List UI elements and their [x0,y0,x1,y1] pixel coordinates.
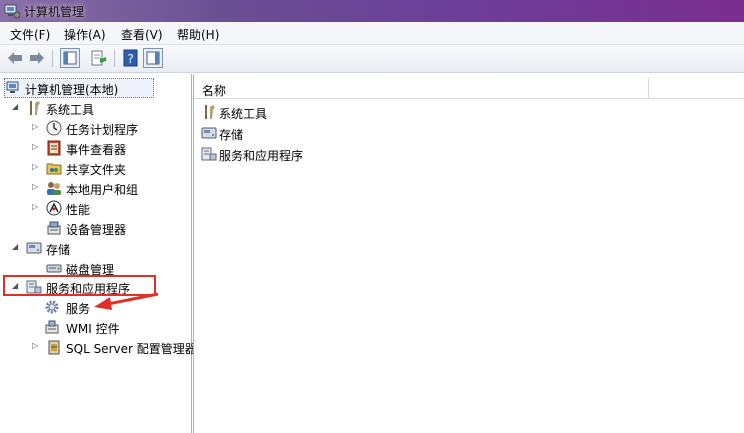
tree-label: 存储 [46,243,71,257]
tree-label: 任务计划程序 [66,123,139,137]
collapsed-triangle-icon[interactable]: ▷ [32,203,40,211]
forward-arrow-icon[interactable] [28,49,46,67]
collapsed-triangle-icon[interactable]: ▷ [32,143,40,151]
expanded-triangle-icon[interactable]: ◢ [12,103,20,111]
storage-icon [201,127,217,139]
title-bar: 计算机管理 [0,0,744,22]
tree-label: 性能 [66,203,91,217]
tools-icon [30,101,40,115]
toolbar-separator [114,50,115,67]
details-pane: 名称 系统工具 存储 服务和应用程序 [193,74,744,433]
column-header-label: 名称 [202,84,227,98]
export-list-icon[interactable] [90,49,108,67]
tools-icon [205,105,215,119]
menu-bar: 文件(F) 操作(A) 查看(V) 帮助(H) [0,22,744,45]
performance-icon [46,200,62,216]
list-item-label: 存储 [219,128,244,142]
tree-label: SQL Server 配置管理器 [66,342,197,356]
menu-file[interactable]: 文件(F) [10,26,50,43]
users-icon [47,182,61,195]
device-manager-icon [47,221,61,235]
disk-icon [46,264,62,273]
show-hide-tree-icon[interactable] [60,48,80,68]
column-divider[interactable] [648,78,649,98]
computer-management-icon [4,4,20,19]
expanded-triangle-icon[interactable]: ◢ [12,243,20,251]
tree-label: 设备管理器 [66,223,127,237]
navigation-tree: 计算机管理(本地) ◢ 系统工具 ▷ 任务计划程序 ▷ 事件查看器 ▷ 共享文件… [0,74,197,433]
shared-folder-icon [46,163,62,175]
list-item-label: 服务和应用程序 [219,149,304,163]
tree-label: 共享文件夹 [66,163,127,177]
tree-label: 计算机管理(本地) [25,83,119,97]
computer-management-icon [6,81,19,93]
event-viewer-icon [47,140,61,156]
menu-help[interactable]: 帮助(H) [177,26,219,43]
tree-label: 系统工具 [46,103,95,117]
clock-icon [46,120,62,136]
show-action-pane-icon[interactable] [143,48,163,68]
annotation-arrow-icon [94,292,159,310]
collapsed-triangle-icon[interactable]: ▷ [32,342,40,350]
help-icon[interactable]: ? [122,49,140,67]
menu-view[interactable]: 查看(V) [121,26,163,43]
collapsed-triangle-icon[interactable]: ▷ [32,183,40,191]
tree-label: WMI 控件 [66,322,120,336]
menu-action[interactable]: 操作(A) [64,26,106,43]
svg-text:?: ? [127,52,133,66]
column-header-name[interactable]: 名称 [194,78,744,99]
wmi-control-icon [45,320,59,334]
collapsed-triangle-icon[interactable]: ▷ [32,163,40,171]
back-arrow-icon[interactable] [6,49,24,67]
gear-icon [45,300,59,314]
list-item-label: 系统工具 [219,107,268,121]
toolbar: ? [0,45,744,73]
storage-icon [26,242,42,254]
tree-label: 服务 [66,302,91,316]
tree-label: 本地用户和组 [66,183,139,197]
window-title: 计算机管理 [24,5,85,19]
toolbar-separator [52,50,53,67]
sql-server-icon [48,340,60,355]
collapsed-triangle-icon[interactable]: ▷ [32,123,40,131]
services-apps-icon [201,147,217,161]
tree-label: 事件查看器 [66,143,127,157]
